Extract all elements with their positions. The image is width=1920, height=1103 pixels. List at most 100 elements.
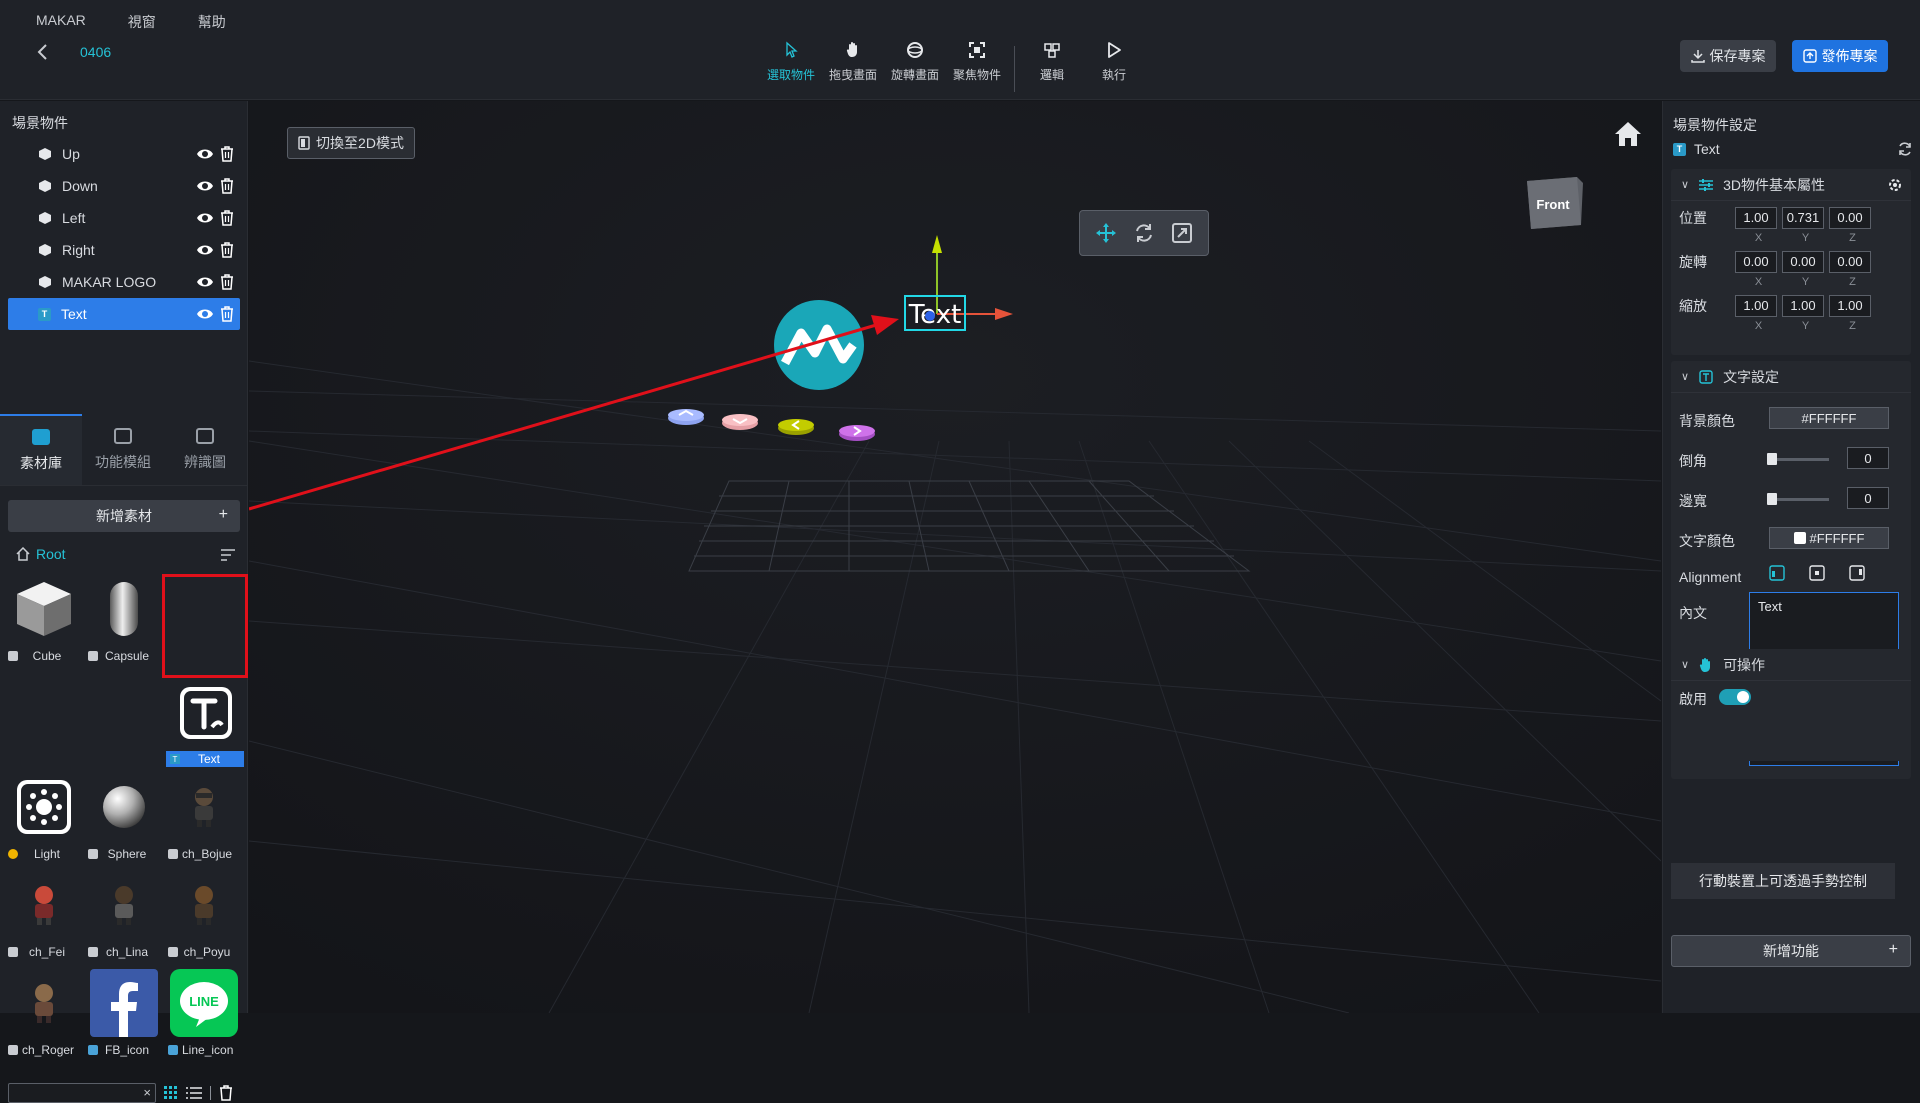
scene-item-right[interactable]: Right [8,234,240,266]
home-icon [16,547,30,561]
tab-recognition-images[interactable]: 辨識圖 [164,414,246,485]
tool-play[interactable]: 執行 [1083,40,1145,83]
trash-icon[interactable] [220,306,234,322]
asset-fb-icon[interactable]: FB_icon [84,969,162,1061]
align-left-icon[interactable] [1769,565,1785,581]
scene-item-makar-logo[interactable]: MAKAR LOGO [8,266,240,298]
menu-window[interactable]: 視窗 [128,12,156,32]
add-function-button[interactable]: 新增功能 + [1671,935,1911,967]
position-y-input[interactable]: 0.731 [1782,207,1824,229]
axis-z-label: Z [1849,276,1856,288]
rotation-y-input[interactable]: 0.00 [1782,251,1824,273]
list-view-icon[interactable] [186,1086,202,1100]
asset-line-icon[interactable]: LINE Line_icon [164,969,242,1061]
slider-knob[interactable] [1767,493,1777,505]
tab-asset-library[interactable]: 素材庫 [0,414,82,485]
rotation-z-input[interactable]: 0.00 [1829,251,1871,273]
position-x-input[interactable]: 1.00 [1735,207,1777,229]
slider-knob[interactable] [1767,453,1777,465]
scale-x-input[interactable]: 1.00 [1735,295,1777,317]
scale-label: 縮放 [1679,298,1707,314]
scene-item-left[interactable]: Left [8,202,240,234]
tab-label: 功能模組 [95,453,151,470]
position-z-input[interactable]: 0.00 [1829,207,1871,229]
scale-y-input[interactable]: 1.00 [1782,295,1824,317]
asset-ch-roger[interactable]: ch_Roger [4,969,82,1061]
rotation-x-input[interactable]: 0.00 [1735,251,1777,273]
tool-logic[interactable]: 邏輯 [1021,40,1083,83]
eye-icon[interactable] [196,147,214,161]
divider [210,1086,211,1100]
asset-ch-poyu[interactable]: ch_Poyu [164,871,242,963]
eye-icon[interactable] [196,307,214,321]
refresh-icon[interactable] [1897,141,1913,157]
asset-label: ch_Fei [28,945,66,959]
basic-properties-header[interactable]: ∨ 3D物件基本屬性 [1671,169,1911,201]
tool-focus[interactable]: 聚焦物件 [946,40,1008,83]
asset-text[interactable]: T Text [166,679,244,771]
tool-rotate[interactable]: 旋轉畫面 [884,40,946,83]
bg-color-label: 背景顏色 [1679,413,1735,429]
scene-item-up[interactable]: Up [8,138,240,170]
trash-icon[interactable] [220,242,234,258]
border-width-slider[interactable] [1767,493,1829,505]
asset-capsule[interactable]: Capsule [84,575,162,667]
align-right-icon[interactable] [1849,565,1865,581]
back-icon[interactable] [36,42,50,68]
asset-ch-fei[interactable]: ch_Fei [4,871,82,963]
scene-item-text[interactable]: T Text [8,298,240,330]
save-project-button[interactable]: 保存專案 [1680,40,1776,72]
asset-ch-bojue[interactable]: ch_Bojue [164,773,242,865]
asset-light[interactable]: Light [4,773,82,865]
menu-help[interactable]: 幫助 [198,12,226,32]
publish-project-button[interactable]: 發佈專案 [1792,40,1888,72]
interactable-header[interactable]: ∨ 可操作 [1671,649,1911,681]
gear-icon[interactable] [1887,177,1903,193]
project-name[interactable]: 0406 [80,44,111,60]
add-asset-button[interactable]: 新增素材 + [8,500,240,532]
scene-item-down[interactable]: Down [8,170,240,202]
sort-icon[interactable] [220,549,236,561]
trash-icon[interactable] [220,274,234,290]
tab-function-modules[interactable]: 功能模組 [82,414,164,485]
grid-view-icon[interactable] [164,1086,178,1100]
scene-item-label: MAKAR LOGO [62,274,157,290]
clear-icon[interactable]: × [143,1085,151,1100]
breadcrumb[interactable]: Root [16,546,66,562]
eye-icon[interactable] [196,243,214,257]
download-icon [1690,50,1705,63]
menu-makar[interactable]: MAKAR [36,12,86,32]
asset-sphere[interactable]: Sphere [84,773,162,865]
text-object: Text [904,295,966,331]
eye-icon[interactable] [196,275,214,289]
scale-z-input[interactable]: 1.00 [1829,295,1871,317]
cube-icon [39,180,51,192]
asset-label: ch_Lina [105,945,149,959]
trash-icon[interactable] [219,1085,233,1101]
corner-radius-slider[interactable] [1767,453,1829,465]
tool-select-label: 選取物件 [766,68,815,82]
scene-viewport[interactable]: 切換至2D模式 Front Text [249,101,1661,1013]
gesture-control-option[interactable]: 行動裝置上可透過手勢控制 [1671,863,1895,899]
eye-icon[interactable] [196,179,214,193]
trash-icon[interactable] [220,210,234,226]
asset-cube[interactable]: Cube [4,575,82,667]
right-button-object [839,425,875,441]
enable-toggle[interactable] [1719,689,1751,705]
text-settings-header[interactable]: ∨ 文字設定 [1671,361,1911,393]
trash-icon[interactable] [220,146,234,162]
tool-drag[interactable]: 拖曳畫面 [822,40,884,83]
text-color-picker[interactable]: #FFFFFF [1769,527,1889,549]
border-width-input[interactable]: 0 [1847,487,1889,509]
asset-search-input[interactable]: × [8,1083,156,1103]
trash-icon[interactable] [220,178,234,194]
eye-icon[interactable] [196,211,214,225]
bg-color-picker[interactable]: #FFFFFF [1769,407,1889,429]
axis-labels: X Y Z [1735,320,1876,332]
tool-select[interactable]: 選取物件 [760,40,822,83]
tool-play-label: 執行 [1101,68,1126,82]
align-center-icon[interactable] [1809,565,1825,581]
model-type-icon [168,947,178,957]
asset-ch-lina[interactable]: ch_Lina [84,871,162,963]
corner-radius-input[interactable]: 0 [1847,447,1889,469]
